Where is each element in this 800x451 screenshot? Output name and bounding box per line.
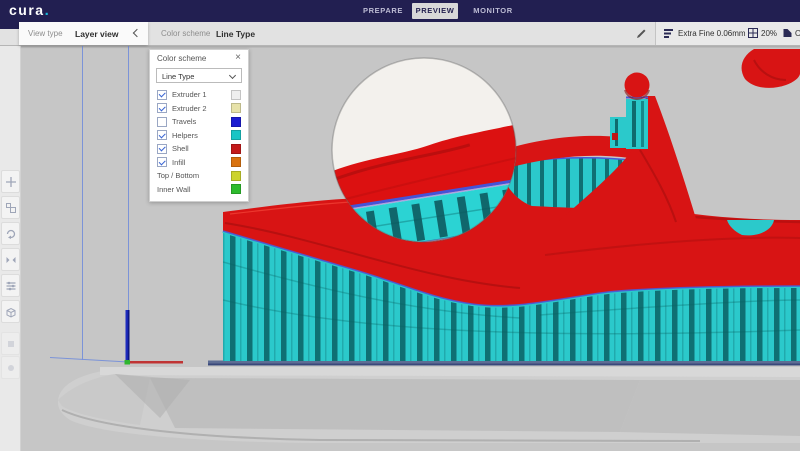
extra-tool-2-icon: [5, 362, 17, 374]
move-icon: [5, 176, 17, 188]
extruder-2-swatch: [231, 103, 241, 113]
scale-icon: [5, 202, 17, 214]
logo-notch: [0, 22, 19, 29]
helpers-swatch: [231, 130, 241, 140]
mast-support-column: [626, 99, 648, 149]
travels-swatch: [231, 117, 241, 127]
legend-row-inner-wall: Inner Wall: [150, 183, 248, 197]
tab-preview[interactable]: PREVIEW: [412, 3, 458, 19]
legend-label: Extruder 1: [172, 90, 207, 99]
cura-logo: cura.: [9, 0, 49, 22]
extruder-1-swatch: [231, 90, 241, 100]
mirror-icon: [5, 254, 17, 266]
legend-label: Helpers: [172, 131, 198, 140]
extruder-1-checkbox[interactable]: [157, 90, 167, 100]
support-blocker-icon: [5, 306, 17, 318]
logo-dot: .: [45, 2, 49, 19]
legend-row-extruder-1: Extruder 1: [150, 88, 248, 102]
model-baseline: [208, 361, 800, 366]
travels-checkbox[interactable]: [157, 117, 167, 127]
chevron-down-icon: [229, 71, 236, 78]
tab-prepare[interactable]: PREPARE: [352, 3, 414, 19]
mast-dome: [625, 73, 650, 98]
dropdown-value: Line Type: [162, 72, 194, 81]
shell-swatch: [231, 144, 241, 154]
view-type-selector[interactable]: View type Layer view: [19, 22, 148, 45]
legend-label: Extruder 2: [172, 104, 207, 113]
3d-viewport[interactable]: [0, 0, 800, 451]
legend-label: Inner Wall: [157, 185, 190, 194]
top-navigation-bar: cura. PREPARE PREVIEW MONITOR: [0, 0, 800, 22]
color-scheme-value[interactable]: Line Type: [216, 29, 255, 39]
color-scheme-panel: Color scheme × Line Type Extruder 1 Extr…: [149, 49, 249, 202]
legend-row-travels: Travels: [150, 115, 248, 129]
bow-tip: [742, 49, 800, 88]
infill-checkbox[interactable]: [157, 157, 167, 167]
support-value: O: [795, 29, 800, 38]
legend-label: Infill: [172, 158, 185, 167]
color-scheme-label: Color scheme: [161, 29, 210, 38]
infill-grid-icon: [748, 28, 758, 38]
pencil-icon[interactable]: [636, 28, 647, 39]
line-type-dropdown[interactable]: Line Type: [156, 68, 242, 83]
color-scheme-panel-header[interactable]: Color scheme ×: [150, 50, 248, 66]
tab-monitor[interactable]: MONITOR: [462, 3, 524, 19]
extra-tool-1-icon: [5, 338, 17, 350]
inner-wall-swatch: [231, 184, 241, 194]
support-blocker-button[interactable]: [1, 300, 20, 323]
legend-row-extruder-2: Extruder 2: [150, 102, 248, 116]
extra-tool-1-button[interactable]: [1, 332, 20, 355]
per-model-settings-icon: [5, 280, 17, 292]
layer-height-icon: [664, 28, 674, 38]
legend-label: Shell: [172, 144, 189, 153]
extruder-2-checkbox[interactable]: [157, 103, 167, 113]
view-type-value: Layer view: [75, 29, 118, 39]
move-tool-button[interactable]: [1, 170, 20, 193]
view-type-label: View type: [28, 29, 63, 38]
profile-value: Extra Fine 0.06mm: [678, 29, 746, 38]
extra-tool-2-button[interactable]: [1, 356, 20, 379]
top-bottom-swatch: [231, 171, 241, 181]
scale-tool-button[interactable]: [1, 196, 20, 219]
legend-row-infill: Infill: [150, 156, 248, 170]
legend-row-shell: Shell: [150, 142, 248, 156]
ghost-hull: [58, 367, 800, 443]
origin-dot: [125, 360, 131, 365]
legend-label: Travels: [172, 117, 196, 126]
per-model-settings-button[interactable]: [1, 274, 20, 297]
panel-title: Color scheme: [157, 54, 235, 63]
legend-row-helpers: Helpers: [150, 129, 248, 143]
print-settings-summary[interactable]: Extra Fine 0.06mm 20% O: [655, 22, 800, 45]
mirror-tool-button[interactable]: [1, 248, 20, 271]
rotate-tool-button[interactable]: [1, 222, 20, 245]
infill-value: 20%: [761, 29, 777, 38]
x-axis: [129, 361, 183, 364]
left-tool-sidebar: [0, 45, 21, 451]
chevron-left-icon[interactable]: [133, 29, 141, 37]
support-icon: [783, 28, 793, 38]
rotate-icon: [5, 228, 17, 240]
close-icon[interactable]: ×: [235, 53, 241, 63]
stage-toolbar: View type Layer view Color scheme Line T…: [0, 22, 800, 46]
infill-swatch: [231, 157, 241, 167]
legend-row-top-bottom: Top / Bottom: [150, 169, 248, 183]
shell-checkbox[interactable]: [157, 144, 167, 154]
helpers-checkbox[interactable]: [157, 130, 167, 140]
legend-label: Top / Bottom: [157, 171, 199, 180]
